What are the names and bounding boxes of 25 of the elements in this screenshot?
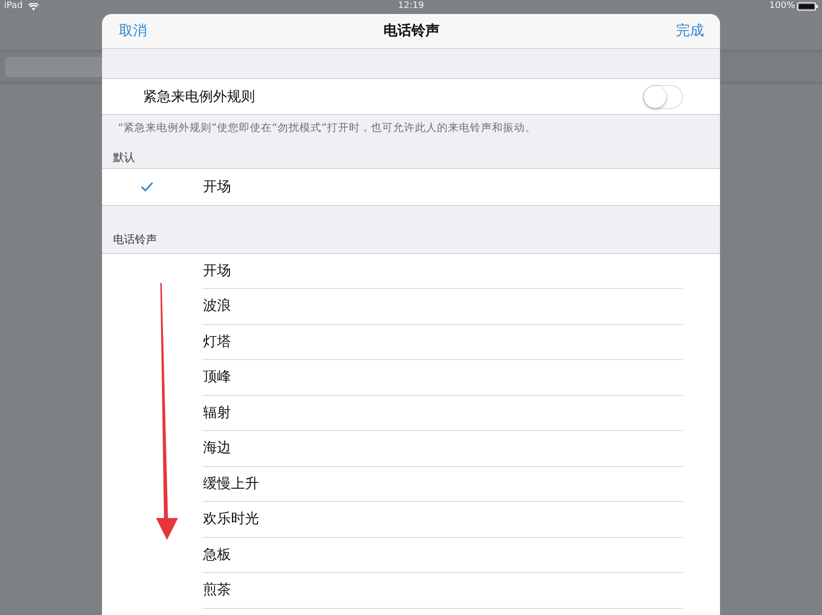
ringtone-item[interactable]: 开场 <box>102 254 720 289</box>
clock-time: 12:19 <box>398 0 424 13</box>
ringtone-item[interactable]: 灯塔 <box>102 324 720 360</box>
ringtone-item[interactable]: 顶峰 <box>102 360 720 396</box>
ringtone-item[interactable]: 海边 <box>102 431 720 466</box>
done-button[interactable]: 完成 <box>676 22 704 40</box>
ringtone-item[interactable]: 缓慢上升 <box>102 466 720 502</box>
footer-note: “紧急来电例外规则”使您即使在“勿扰模式”打开时，也可允许此人的来电铃声和振动。 <box>117 121 537 136</box>
setting-label: 紧急来电例外规则 <box>143 88 255 106</box>
ringtone-item[interactable]: 辐射 <box>102 396 720 431</box>
section-header: 电话铃声 <box>112 232 158 248</box>
checkmark-icon <box>141 182 153 192</box>
ringtone-item[interactable]: 煎茶 <box>102 573 720 608</box>
toggle-switch[interactable] <box>643 84 683 108</box>
device-name: iPad <box>4 0 23 13</box>
battery-percent: 100% <box>769 0 795 13</box>
wifi-icon <box>28 2 39 10</box>
ringtone-item[interactable]: 急板 <box>102 538 720 573</box>
battery-icon <box>797 2 818 11</box>
sheet-title: 电话铃声 <box>384 22 440 40</box>
ringtone-item[interactable]: 欢乐时光 <box>102 502 720 538</box>
ringtone-item[interactable]: 开场 <box>102 169 720 204</box>
section-header: 默认 <box>112 150 136 166</box>
cancel-button[interactable]: 取消 <box>119 22 147 40</box>
ringtone-item[interactable]: 波浪 <box>102 289 720 324</box>
